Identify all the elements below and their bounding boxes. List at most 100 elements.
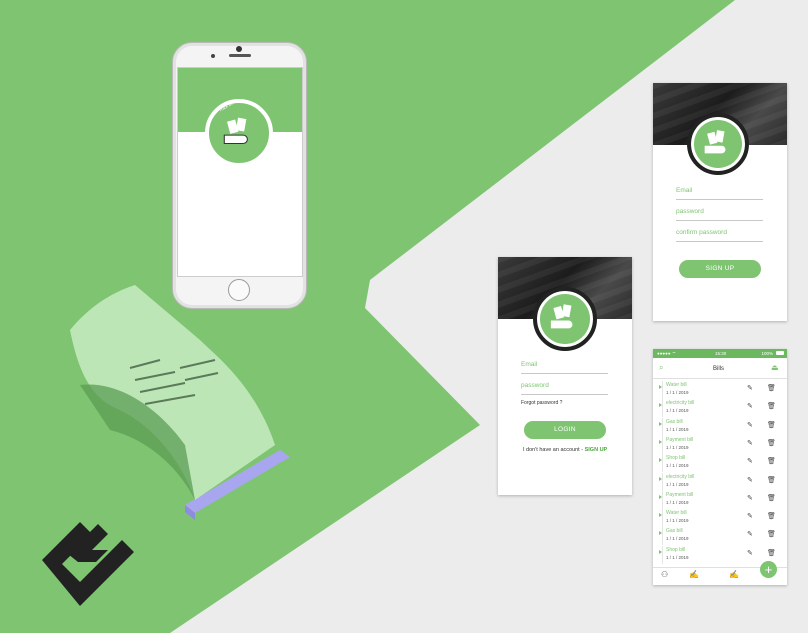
no-account-label: I don't have an account - [523, 447, 584, 453]
timeline-line [662, 509, 663, 528]
edit-icon[interactable]: ✎ [747, 512, 753, 520]
phone-sensor [211, 54, 215, 58]
bill-date: 1 / 1 / 2019 [666, 390, 689, 395]
bullet-icon [659, 421, 662, 426]
delete-icon[interactable]: 🗑 [767, 402, 776, 410]
timeline-line [662, 527, 663, 546]
list-item[interactable]: electricity bill 1 / 1 / 2019 ✎ 🗑 [653, 472, 787, 491]
bill-name: Payment bill [666, 491, 694, 498]
list-item[interactable]: Shop bill 1 / 1 / 2019 ✎ 🗑 [653, 454, 787, 473]
delete-icon[interactable]: 🗑 [767, 494, 776, 502]
add-bill-button[interactable]: + [760, 561, 777, 578]
bill-date: 1 / 1 / 2019 [666, 463, 689, 469]
edit-icon[interactable]: ✎ [747, 402, 753, 410]
timeline-line [662, 454, 663, 473]
bill-date: 1 / 1 / 2019 [666, 518, 689, 524]
filter-icon[interactable]: ⏏ [771, 363, 779, 372]
add-icon: + [764, 562, 773, 577]
list-item[interactable]: Gas bill 1 / 1 / 2019 ✎ 🗑 [653, 527, 787, 546]
app-logo [205, 99, 273, 167]
bullet-icon [659, 549, 662, 554]
profile-icon[interactable]: ⚇ [661, 570, 668, 579]
phone-speaker [229, 54, 251, 57]
bill-date: 1 / 1 / 2019 [666, 481, 689, 487]
bullet-icon [659, 476, 662, 481]
money-hand-icon [551, 304, 573, 329]
list-item[interactable]: Gas bill 1 / 1 / 2019 ✎ 🗑 [653, 417, 787, 436]
bill-name: Shop bill [666, 455, 686, 462]
search-icon[interactable]: ⌕ [659, 363, 663, 373]
bill-icon[interactable]: ✍ [689, 570, 699, 579]
login-screen: Email password Forgot password ? LOGIN I… [498, 257, 632, 495]
list-item[interactable]: Water bill 1 / 1 / 2019 ✎ 🗑 [653, 381, 787, 399]
money-hand-icon [223, 117, 248, 145]
password-field[interactable]: password [676, 206, 763, 221]
bill-name: electricity bill [666, 473, 695, 480]
bullet-icon [659, 385, 662, 389]
bullet-icon [659, 531, 662, 536]
login-button[interactable]: LOGIN [524, 421, 606, 439]
signal-icon: ●●●●● ⌔ [657, 351, 677, 356]
timeline-line [662, 545, 663, 564]
delete-icon[interactable]: 🗑 [767, 384, 776, 392]
battery-icon [776, 351, 784, 355]
delete-icon[interactable]: 🗑 [767, 476, 776, 484]
bullet-icon [659, 458, 662, 463]
delete-icon[interactable]: 🗑 [767, 457, 776, 465]
signup-link[interactable]: SIGN UP [585, 447, 608, 453]
delete-icon[interactable]: 🗑 [767, 530, 776, 538]
phone-camera [236, 46, 242, 52]
edit-icon[interactable]: ✎ [747, 421, 753, 429]
list-item[interactable]: electricity bill 1 / 1 / 2019 ✎ 🗑 [653, 399, 787, 418]
app-logo [687, 113, 749, 175]
delete-icon[interactable]: 🗑 [767, 512, 776, 520]
password-field[interactable]: password [521, 380, 608, 395]
bill-name: Water bill [666, 382, 687, 388]
signup-screen: Email password confirm password SIGN UP [653, 83, 787, 321]
divider [653, 378, 787, 379]
forgot-password-link[interactable]: Forgot password ? [521, 400, 562, 406]
status-battery: 100% [761, 351, 773, 356]
timeline-line [662, 417, 663, 436]
bills-list-screen: ●●●●● ⌔ 15:30 100% ⌕ Bills ⏏ Water bill 1… [653, 349, 787, 585]
edit-icon[interactable]: ✎ [747, 530, 753, 538]
timeline-line [662, 490, 663, 509]
app-logo [533, 287, 597, 351]
edit-icon[interactable]: ✎ [747, 457, 753, 465]
no-account-text: I don't have an account - SIGN UP [523, 447, 607, 453]
bullet-icon [659, 494, 662, 499]
bill-name: Water bill [666, 510, 687, 517]
bill-name: electricity bill [666, 400, 695, 407]
bill-name: Payment bill [666, 436, 694, 443]
list-item[interactable]: Payment bill 1 / 1 / 2019 ✎ 🗑 [653, 490, 787, 509]
delete-icon[interactable]: 🗑 [767, 421, 776, 429]
timeline-line [662, 472, 663, 491]
phone-splash-screen: Track Bill [177, 67, 303, 277]
page-title: Bills [713, 366, 725, 372]
status-bar: ●●●●● ⌔ 15:30 100% [653, 349, 787, 358]
edit-icon[interactable]: ✎ [747, 384, 753, 392]
delete-icon[interactable]: 🗑 [767, 549, 776, 557]
bullet-icon [659, 513, 662, 518]
edit-icon[interactable]: ✎ [747, 439, 753, 447]
edit-icon[interactable]: ✎ [747, 476, 753, 484]
email-field[interactable]: Email [676, 185, 763, 200]
bill-date: 1 / 1 / 2019 [666, 554, 689, 560]
bill-date: 1 / 1 / 2019 [666, 444, 689, 450]
edit-icon[interactable]: ✎ [747, 549, 753, 557]
bill-history-icon[interactable]: ✍ [729, 570, 739, 579]
edit-icon[interactable]: ✎ [747, 494, 753, 502]
delete-icon[interactable]: 🗑 [767, 439, 776, 447]
list-item[interactable]: Payment bill 1 / 1 / 2019 ✎ 🗑 [653, 435, 787, 454]
timeline-line [662, 381, 663, 399]
signup-button[interactable]: SIGN UP [679, 260, 761, 278]
bill-date: 1 / 1 / 2019 [666, 499, 689, 505]
list-item[interactable]: Water bill 1 / 1 / 2019 ✎ 🗑 [653, 509, 787, 528]
bill-date: 1 / 1 / 2019 [666, 408, 689, 414]
bullet-icon [659, 439, 662, 444]
bill-date: 1 / 1 / 2019 [666, 536, 689, 542]
confirm-password-field[interactable]: confirm password [676, 227, 763, 242]
email-field[interactable]: Email [521, 359, 608, 374]
bill-name: Shop bill [666, 546, 686, 553]
bill-name: Gas bill [666, 418, 683, 425]
